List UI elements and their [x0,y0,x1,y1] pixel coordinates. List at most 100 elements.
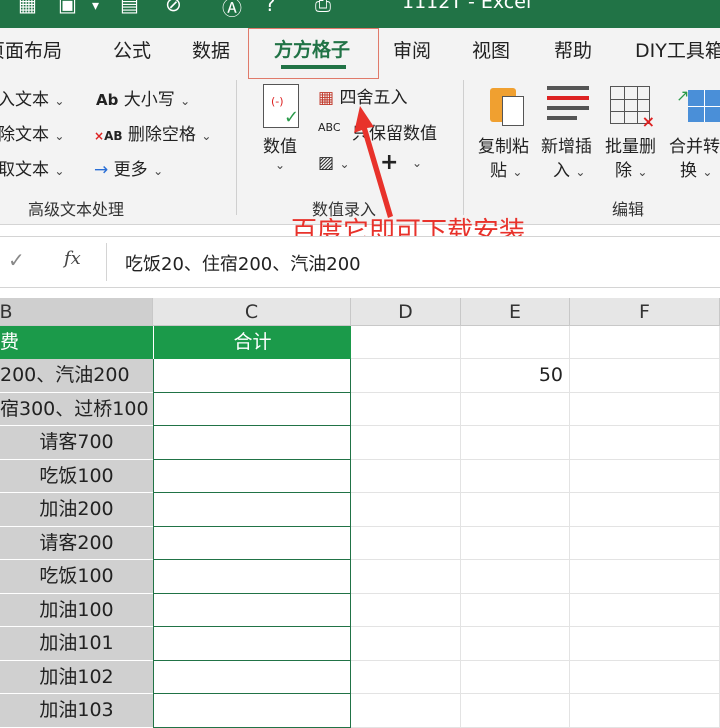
cell-d-header[interactable] [351,326,461,359]
tab-data[interactable]: 数据 [192,36,230,63]
tab-view[interactable]: 视图 [472,36,510,63]
cell-d[interactable] [351,593,461,627]
cell-c[interactable] [153,627,351,661]
cell-f[interactable] [570,426,720,460]
cell-d[interactable] [351,627,461,661]
cell-e[interactable] [461,660,570,694]
enter-check-icon[interactable]: ✓ [8,248,25,272]
column-header-f[interactable]: F [570,298,720,326]
column-header-d[interactable]: D [351,298,461,326]
cell-d[interactable] [351,426,461,460]
batch-delete-button[interactable]: 批量删 [605,132,656,157]
print-icon[interactable]: ▤ [120,0,139,16]
cell-d[interactable] [351,459,461,493]
extract-text-button[interactable]: 取文本 ⌄ [0,155,64,180]
merge-convert-button[interactable]: 合并转 [669,132,720,157]
cell-e[interactable] [461,526,570,560]
cell-e[interactable]: 50 [461,359,570,393]
cell-f[interactable] [570,459,720,493]
cell-f[interactable] [570,392,720,426]
cell-f[interactable] [570,593,720,627]
insert-button-line2[interactable]: 入 ⌄ [553,156,585,181]
cell-b[interactable]: 宿300、过桥100 [0,392,153,426]
cell-c[interactable] [153,392,351,426]
cell-f[interactable] [570,526,720,560]
cell-f[interactable] [570,359,720,393]
cell-d[interactable] [351,560,461,594]
cell-e[interactable] [461,593,570,627]
chevron-down-icon[interactable]: ⌄ [412,156,422,170]
cell-b-header[interactable]: 费 [0,326,153,359]
tab-help[interactable]: 帮助 [554,36,592,63]
group-separator [463,80,464,215]
cell-c[interactable] [153,660,351,694]
cell-e[interactable] [461,493,570,527]
cell-e[interactable] [461,560,570,594]
cell-d[interactable] [351,493,461,527]
cell-d[interactable] [351,660,461,694]
column-header-c[interactable]: C [153,298,351,326]
cell-e[interactable] [461,459,570,493]
cell-d[interactable] [351,392,461,426]
insert-button[interactable]: 新增插 [541,132,592,157]
remove-spaces-button[interactable]: ×AB 删除空格 ⌄ [94,120,211,145]
batch-delete-button-line2[interactable]: 除 ⌄ [615,156,647,181]
help-icon[interactable]: ? [265,0,276,16]
cell-f[interactable] [570,560,720,594]
column-header-e[interactable]: E [461,298,570,326]
cell-b[interactable]: 200、汽油200 [0,359,153,393]
copy-paste-button[interactable]: 复制粘 [478,132,529,157]
cell-e[interactable] [461,627,570,661]
autosave-icon[interactable]: ▣ [58,0,77,16]
check-icon[interactable]: ⊘ [165,0,182,16]
cell-b[interactable]: 加油101 [0,627,153,661]
cell-c[interactable] [153,459,351,493]
insert-label2: 入 [553,161,570,181]
chevron-down-icon[interactable]: ⌄ [275,158,285,172]
case-button[interactable]: Ab 大小写 ⌄ [96,85,190,110]
cell-f[interactable] [570,627,720,661]
cell-b[interactable]: 加油100 [0,593,153,627]
cell-f[interactable] [570,660,720,694]
cell-f-header[interactable] [570,326,720,359]
copy-paste-button-line2[interactable]: 贴 ⌄ [490,156,522,181]
tab-formulas[interactable]: 公式 [113,36,151,63]
tab-diy-toolbox[interactable]: DIY工具箱 [635,36,720,63]
cell-c[interactable] [153,426,351,460]
cell-b[interactable]: 吃饭100 [0,459,153,493]
cell-e[interactable] [461,426,570,460]
cell-b[interactable]: 请客700 [0,426,153,460]
cell-c-header[interactable]: 合计 [153,326,351,359]
insert-rows-icon [547,86,589,124]
cell-e[interactable] [461,392,570,426]
cell-c[interactable] [153,493,351,527]
cell-b[interactable]: 加油102 [0,660,153,694]
cell-c[interactable] [153,560,351,594]
merge-convert-button-line2[interactable]: 换 ⌄ [680,156,712,181]
tab-review[interactable]: 审阅 [393,36,431,63]
font-icon[interactable]: Ⓐ [222,0,242,21]
cell-d[interactable] [351,526,461,560]
chevron-down-icon[interactable]: ▾ [92,0,99,14]
cell-e-header[interactable] [461,326,570,359]
cell-c[interactable] [153,359,351,393]
cell-b[interactable]: 请客200 [0,526,153,560]
cell-c[interactable] [153,526,351,560]
value-button[interactable]: 数值 [263,132,297,157]
more-button[interactable]: → 更多 ⌄ [94,155,163,180]
delete-text-button[interactable]: 除文本 ⌄ [0,120,64,145]
more-label: 更多 [113,160,148,180]
cell-f[interactable] [570,493,720,527]
cell-c[interactable] [153,593,351,627]
save-icon[interactable]: ▦ [18,0,37,16]
column-header-b[interactable]: B [0,298,153,326]
cell-b[interactable]: 加油200 [0,493,153,527]
insert-function-icon[interactable]: fx [64,248,81,269]
insert-text-button[interactable]: 入文本 ⌄ [0,85,64,110]
cell-b[interactable]: 吃饭100 [0,560,153,594]
formula-input[interactable]: 吃饭20、住宿200、汽油200 [125,250,361,276]
tab-page-layout[interactable]: 页面布局 [0,36,62,63]
cell-d[interactable] [351,359,461,393]
printer-icon[interactable]: ⎙ [315,0,331,16]
tab-fangfang-gezi[interactable]: 方方格子 [248,28,379,79]
